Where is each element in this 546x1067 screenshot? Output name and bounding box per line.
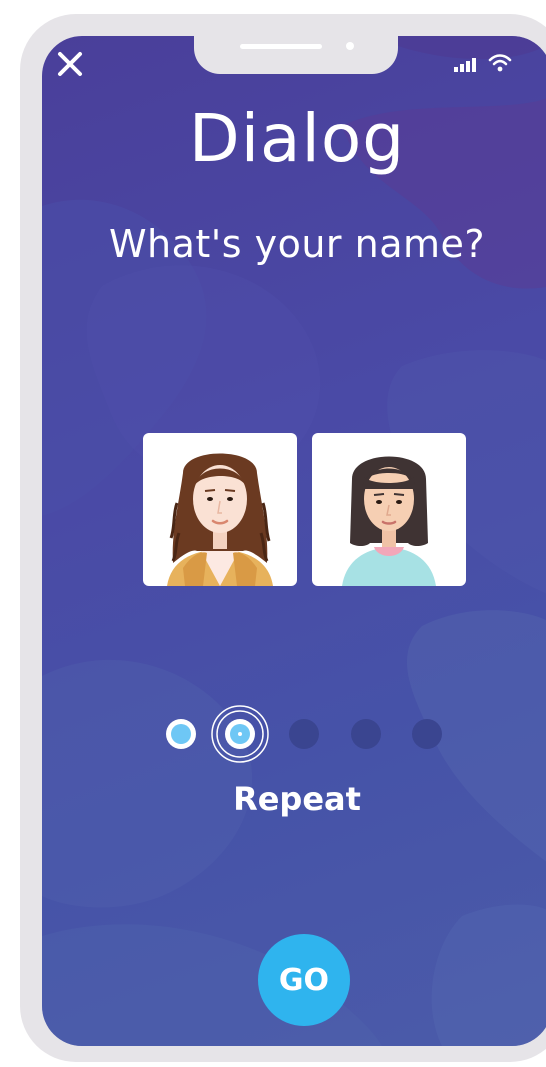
progress-step-4 (351, 719, 381, 749)
status-bar (454, 54, 512, 72)
speaker-grille (240, 44, 322, 49)
progress-indicator (166, 705, 442, 763)
progress-step-3 (289, 719, 319, 749)
question-prompt: What's your name? (108, 222, 486, 266)
go-button[interactable]: GO (258, 934, 350, 1026)
progress-step-5 (412, 719, 442, 749)
app-screen: Dialog What's your name? Repeat GO (42, 36, 546, 1046)
front-camera (346, 42, 354, 50)
woman-bob-hair-avatar-icon (342, 456, 436, 586)
close-button[interactable] (54, 48, 86, 80)
avatar-option-woman-curly-hair[interactable] (143, 433, 297, 586)
avatar-option-woman-bob-hair[interactable] (312, 433, 466, 586)
signal-icon (454, 58, 476, 72)
repeat-button[interactable]: Repeat (42, 780, 546, 818)
woman-curly-hair-avatar-icon (167, 453, 273, 586)
wifi-icon (488, 54, 512, 72)
page-title: Dialog (188, 100, 406, 177)
phone-notch (194, 36, 398, 74)
close-icon (58, 52, 82, 76)
